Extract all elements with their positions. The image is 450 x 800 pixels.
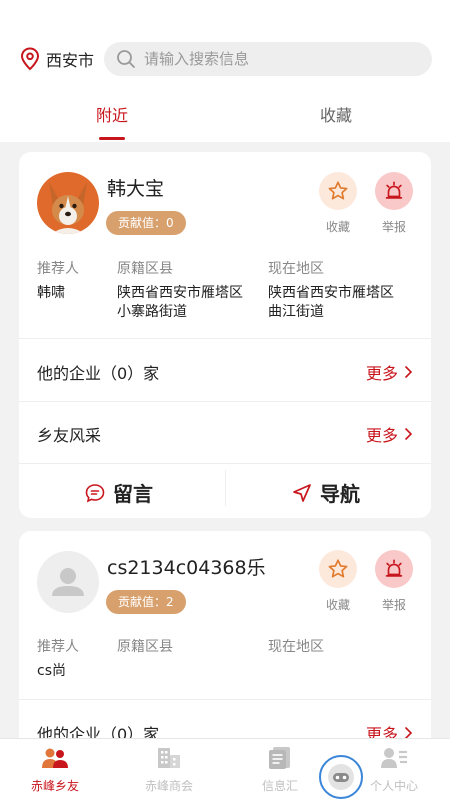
message-button[interactable]: 留言 [85, 478, 153, 507]
origin-title: 原籍区县 [117, 261, 173, 277]
origin-title: 原籍区县 [117, 639, 173, 655]
nav-item-chamber[interactable]: 赤峰商会 [124, 739, 214, 800]
star-icon [328, 559, 348, 578]
origin-line-1: 陕西省西安市雁塔区 [117, 285, 243, 301]
search-input[interactable] [144, 50, 404, 68]
referrer-title: 推荐人 [37, 639, 79, 655]
nav-label: 个人中心 [369, 779, 418, 793]
nav-label: 赤峰乡友 [30, 779, 79, 793]
star-icon [328, 181, 348, 200]
navigate-button[interactable]: 导航 [292, 478, 360, 507]
default-user-icon [52, 568, 84, 596]
member-card[interactable]: 韩大宝 贡献值：0 收藏 举报 推荐人 原籍区县 现在地区 韩啸 陕西省西安市雁… [19, 152, 431, 518]
chat-icon [85, 483, 105, 502]
member-name: cs2134c04368乐 [107, 557, 266, 579]
current-region-title: 现在地区 [268, 261, 324, 277]
referrer-title: 推荐人 [37, 261, 79, 277]
nav-item-profile[interactable]: 个人中心 [349, 739, 439, 800]
divider [19, 338, 431, 339]
city-label: 西安市 [46, 51, 95, 70]
tab-nearby[interactable]: 附近 [96, 102, 128, 126]
location-pin-icon [20, 47, 40, 71]
robot-icon [328, 764, 354, 790]
current-region-title: 现在地区 [268, 639, 324, 655]
avatar [37, 551, 99, 613]
nav-label: 赤峰商会 [144, 779, 193, 793]
report-label: 举报 [381, 220, 406, 234]
contribution-badge: 贡献值：0 [106, 211, 186, 235]
style-more-link[interactable]: 更多 [366, 422, 413, 446]
favorite-label: 收藏 [325, 220, 350, 234]
member-name: 韩大宝 [107, 178, 165, 200]
top-header: 西安市 附近 收藏 [0, 0, 450, 142]
search-bar[interactable] [104, 42, 432, 76]
button-separator [225, 470, 226, 506]
alarm-icon [385, 181, 403, 199]
company-row-label: 他的企业（0）家 [37, 364, 160, 383]
current-line-1: 陕西省西安市雁塔区 [268, 285, 394, 301]
nav-item-hometown-friends[interactable]: 赤峰乡友 [10, 739, 100, 800]
divider [19, 699, 431, 700]
navigate-label: 导航 [320, 482, 360, 506]
current-line-2: 曲江街道 [268, 304, 324, 320]
bottom-nav: 赤峰乡友 赤峰商会 信息汇 个人中心 [0, 738, 450, 800]
tab-favorites[interactable]: 收藏 [320, 102, 352, 126]
nav-item-info-hub[interactable]: 信息汇 [235, 739, 325, 800]
contribution-badge: 贡献值：2 [106, 590, 186, 614]
alarm-icon [385, 559, 403, 577]
navigation-arrow-icon [293, 483, 311, 502]
chevron-right-icon [404, 427, 413, 441]
people-icon [42, 748, 68, 768]
style-row-label: 乡友风采 [37, 426, 102, 445]
location-selector[interactable]: 西安市 [20, 47, 94, 71]
referrer-value: 韩啸 [37, 285, 65, 301]
document-icon [269, 747, 290, 769]
search-icon [117, 50, 135, 68]
user-card-icon [381, 748, 407, 768]
origin-line-2: 小寨路街道 [117, 304, 187, 320]
dog-avatar-icon [37, 172, 99, 234]
divider [19, 401, 431, 402]
report-label: 举报 [381, 598, 406, 612]
divider [19, 463, 431, 464]
avatar [37, 172, 99, 234]
favorite-label: 收藏 [325, 598, 350, 612]
member-card[interactable]: cs2134c04368乐 贡献值：2 收藏 举报 推荐人 原籍区县 现在地区 … [19, 531, 431, 771]
referrer-value: cs尚 [37, 663, 66, 679]
report-button[interactable] [375, 550, 413, 588]
building-icon [158, 748, 180, 768]
active-tab-indicator [99, 137, 125, 140]
more-label: 更多 [365, 426, 398, 445]
favorite-button[interactable] [319, 172, 357, 210]
nav-label: 信息汇 [261, 779, 298, 793]
chevron-right-icon [404, 365, 413, 379]
report-button[interactable] [375, 172, 413, 210]
favorite-button[interactable] [319, 550, 357, 588]
more-label: 更多 [365, 364, 398, 383]
message-label: 留言 [113, 482, 153, 506]
company-more-link[interactable]: 更多 [366, 360, 413, 384]
floating-assistant-button[interactable] [319, 755, 363, 799]
